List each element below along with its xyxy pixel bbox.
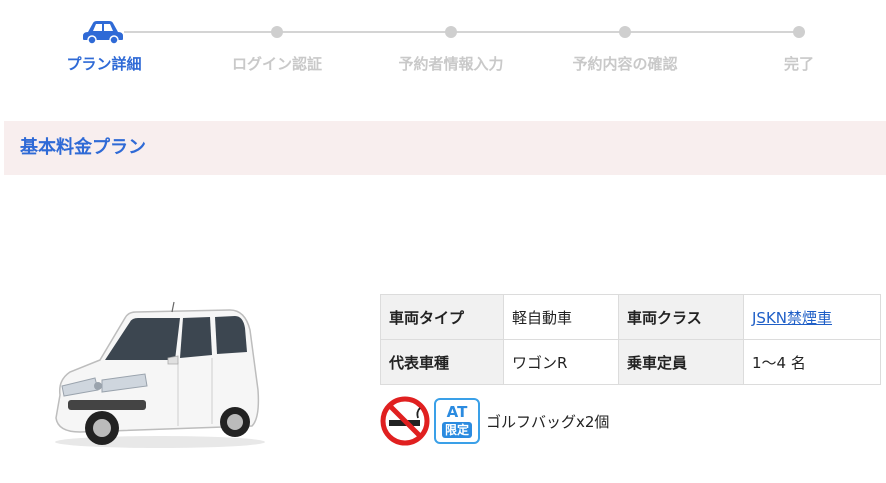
spec-value-vehicle-class: JSKN禁煙車 [743,294,881,340]
step-dot [445,26,457,38]
spec-value-vehicle-type: 軽自動車 [503,294,619,340]
stepper-line [124,31,800,33]
at-only-icon: AT 限定 [434,398,480,444]
spec-label-vehicle-type: 車両タイプ [380,294,504,340]
golf-bag-capacity: ゴルフバッグx2個 [486,412,610,431]
spec-label-vehicle-class: 車両クラス [618,294,744,340]
spec-value-model: ワゴンR [503,339,619,385]
spec-label-capacity: 乗車定員 [618,339,744,385]
step-dot [271,26,283,38]
vehicle-features: AT 限定 ゴルフバッグx2個 [380,396,609,446]
step-label-plan-detail: プラン詳細 [66,55,142,73]
step-label-login: ログイン認証 [231,55,323,73]
vehicle-image [55,301,265,448]
table-row: 車両タイプ 軽自動車 車両クラス JSKN禁煙車 [380,294,881,340]
section-header: 基本料金プラン [4,121,886,175]
car-icon [83,21,123,44]
step-label-complete: 完了 [783,55,815,73]
table-row: 代表車種 ワゴンR 乗車定員 1～4 名 [380,339,881,385]
vehicle-class-link[interactable]: JSKN禁煙車 [752,309,832,327]
at-badge-top: AT [446,403,468,421]
section-title: 基本料金プラン [20,137,146,158]
step-label-reserver-info: 予約者情報入力 [398,55,504,73]
progress-stepper: プラン詳細 ログイン認証 予約者情報入力 予約内容の確認 完了 [0,0,886,90]
spec-label-model: 代表車種 [380,339,504,385]
vehicle-spec-table: 車両タイプ 軽自動車 車両クラス JSKN禁煙車 代表車種 ワゴンR 乗車定員 … [380,294,881,385]
step-dot [793,26,805,38]
step-dot [619,26,631,38]
spec-value-capacity: 1～4 名 [743,339,881,385]
no-smoking-icon [380,396,430,446]
at-badge-bottom: 限定 [441,422,472,438]
step-label-confirm: 予約内容の確認 [572,55,678,73]
